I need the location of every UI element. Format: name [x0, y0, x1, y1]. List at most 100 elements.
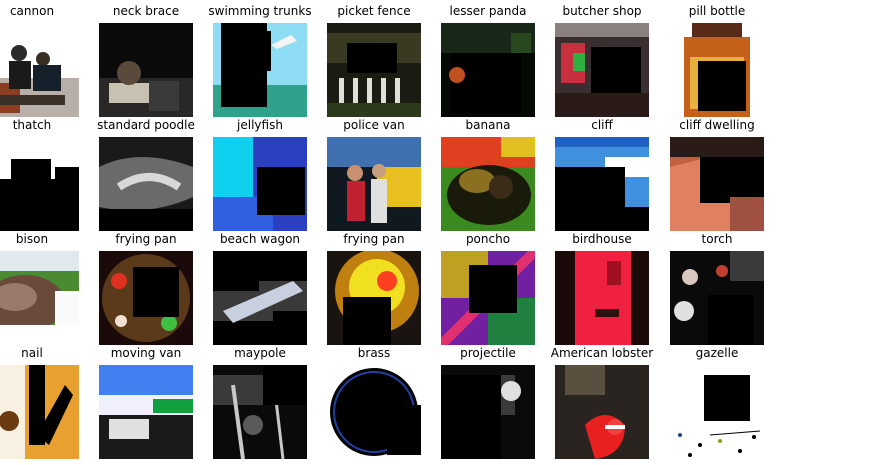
image-thumbnail	[441, 137, 535, 231]
image-cell: bison	[0, 232, 92, 346]
image-cell: cannon	[0, 4, 92, 118]
image-thumbnail	[670, 365, 764, 459]
photo-colorful-fruit	[441, 137, 535, 231]
image-cell: gazelle	[657, 346, 777, 460]
image-cell: frying pan	[86, 232, 206, 346]
image-thumbnail	[555, 23, 649, 117]
image-label: thatch	[12, 118, 52, 132]
image-thumbnail	[670, 137, 764, 231]
image-cell: American lobster	[542, 346, 662, 460]
photo-yellow-pan	[327, 251, 421, 345]
image-label: maypole	[234, 346, 286, 360]
image-label: frying pan	[115, 232, 177, 246]
image-cell: thatch	[0, 118, 92, 232]
image-label: neck brace	[112, 4, 180, 18]
photo-pool-blue	[213, 23, 307, 117]
image-cell: nail	[0, 346, 92, 460]
image-cell: moving van	[86, 346, 206, 460]
image-thumbnail	[213, 365, 307, 459]
image-label: gazelle	[695, 346, 739, 360]
image-thumbnail	[555, 365, 649, 459]
image-label: police van	[343, 118, 405, 132]
image-thumbnail	[327, 251, 421, 345]
photo-colorful-pattern	[441, 251, 535, 345]
image-thumbnail	[555, 251, 649, 345]
photo-market-stall	[555, 23, 649, 117]
image-label: poncho	[465, 232, 511, 246]
photo-truck-sky	[99, 365, 193, 459]
image-thumbnail	[99, 137, 193, 231]
image-label: pill bottle	[688, 4, 746, 18]
image-label: projectile	[460, 346, 516, 360]
photo-black-disc	[327, 365, 421, 459]
photo-blue-sky-cliff	[555, 137, 649, 231]
photo-dark-crowd	[213, 365, 307, 459]
image-label: picket fence	[337, 4, 411, 18]
photo-dark-object	[441, 365, 535, 459]
photo-gray-poodle	[99, 137, 193, 231]
image-cell: banana	[428, 118, 548, 232]
image-cell: lesser panda	[428, 4, 548, 118]
photo-orange-bottle	[670, 23, 764, 117]
image-cell: standard poodle	[86, 118, 206, 232]
image-cell: police van	[314, 118, 434, 232]
image-label: butcher shop	[562, 4, 642, 18]
image-thumbnail	[327, 137, 421, 231]
image-thumbnail	[213, 251, 307, 345]
image-thumbnail	[99, 365, 193, 459]
image-cell: neck brace	[86, 4, 206, 118]
image-cell: cliff dwelling	[657, 118, 777, 232]
image-thumbnail	[441, 365, 535, 459]
photo-people-yellow-van	[327, 137, 421, 231]
image-grid: cannon neck brace swimming trunks picket fe…	[0, 0, 892, 465]
image-thumbnail	[327, 365, 421, 459]
photo-food-pan	[99, 251, 193, 345]
image-cell: poncho	[428, 232, 548, 346]
photo-car-dark	[213, 251, 307, 345]
image-label: cannon	[9, 4, 55, 18]
photo-white-sky	[0, 137, 79, 231]
image-cell: picket fence	[314, 4, 434, 118]
photo-fence-trees	[327, 23, 421, 117]
photo-red-lobster	[555, 365, 649, 459]
image-thumbnail	[327, 23, 421, 117]
image-cell: torch	[657, 232, 777, 346]
image-label: lesser panda	[449, 4, 527, 18]
photo-dark-people	[670, 251, 764, 345]
image-thumbnail	[213, 23, 307, 117]
image-cell: cliff	[542, 118, 662, 232]
image-label: American lobster	[550, 346, 654, 360]
photo-rocky-cliff	[670, 137, 764, 231]
image-thumbnail	[0, 365, 79, 459]
image-label: banana	[465, 118, 511, 132]
image-thumbnail	[670, 251, 764, 345]
image-cell: frying pan	[314, 232, 434, 346]
image-thumbnail	[0, 251, 79, 345]
photo-cyan-water	[213, 137, 307, 231]
image-thumbnail	[0, 137, 79, 231]
image-thumbnail	[670, 23, 764, 117]
image-label: nail	[21, 346, 43, 360]
photo-people-white-background	[0, 23, 79, 117]
photo-yellow-wood	[0, 365, 79, 459]
image-cell: jellyfish	[200, 118, 320, 232]
image-label: birdhouse	[572, 232, 632, 246]
image-label: swimming trunks	[208, 4, 312, 18]
image-cell: brass	[314, 346, 434, 460]
image-label: bison	[15, 232, 49, 246]
image-label: brass	[357, 346, 391, 360]
photo-brown-bison	[0, 251, 79, 345]
image-label: moving van	[110, 346, 182, 360]
image-thumbnail	[99, 251, 193, 345]
photo-dark-room	[99, 23, 193, 117]
image-thumbnail	[213, 137, 307, 231]
image-label: cliff dwelling	[679, 118, 755, 132]
image-label: beach wagon	[219, 232, 301, 246]
image-thumbnail	[441, 251, 535, 345]
image-label: cliff	[591, 118, 613, 132]
image-thumbnail	[441, 23, 535, 117]
image-cell: projectile	[428, 346, 548, 460]
image-label: standard poodle	[97, 118, 195, 132]
image-thumbnail	[0, 23, 79, 117]
image-cell: swimming trunks	[200, 4, 320, 118]
